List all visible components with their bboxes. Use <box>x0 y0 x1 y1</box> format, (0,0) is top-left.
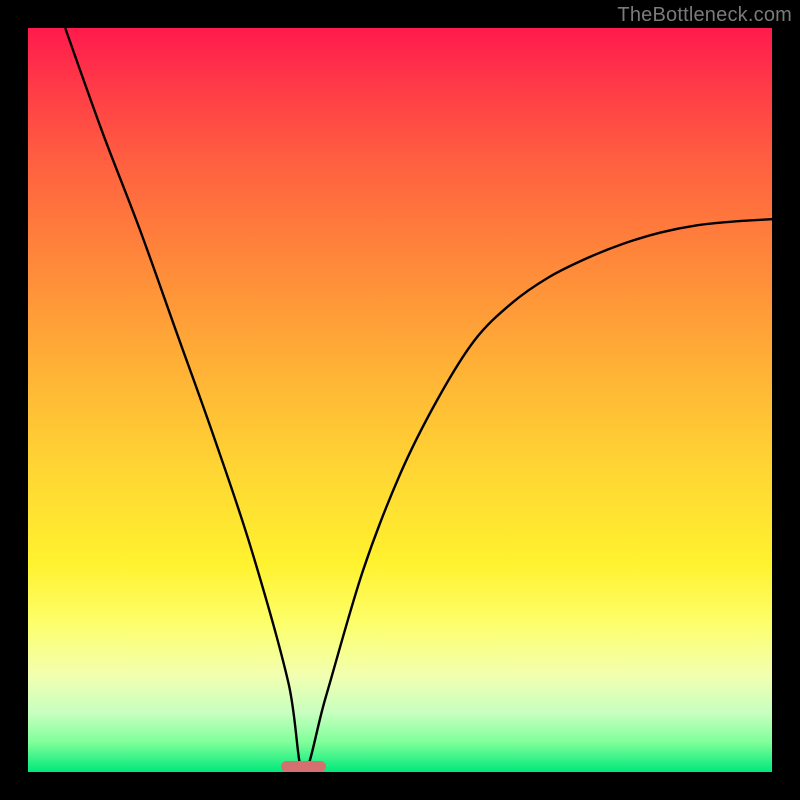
bottleneck-curve <box>28 28 772 772</box>
watermark-text: TheBottleneck.com <box>617 4 792 27</box>
chart-area <box>28 28 772 772</box>
bottleneck-marker <box>281 761 326 772</box>
